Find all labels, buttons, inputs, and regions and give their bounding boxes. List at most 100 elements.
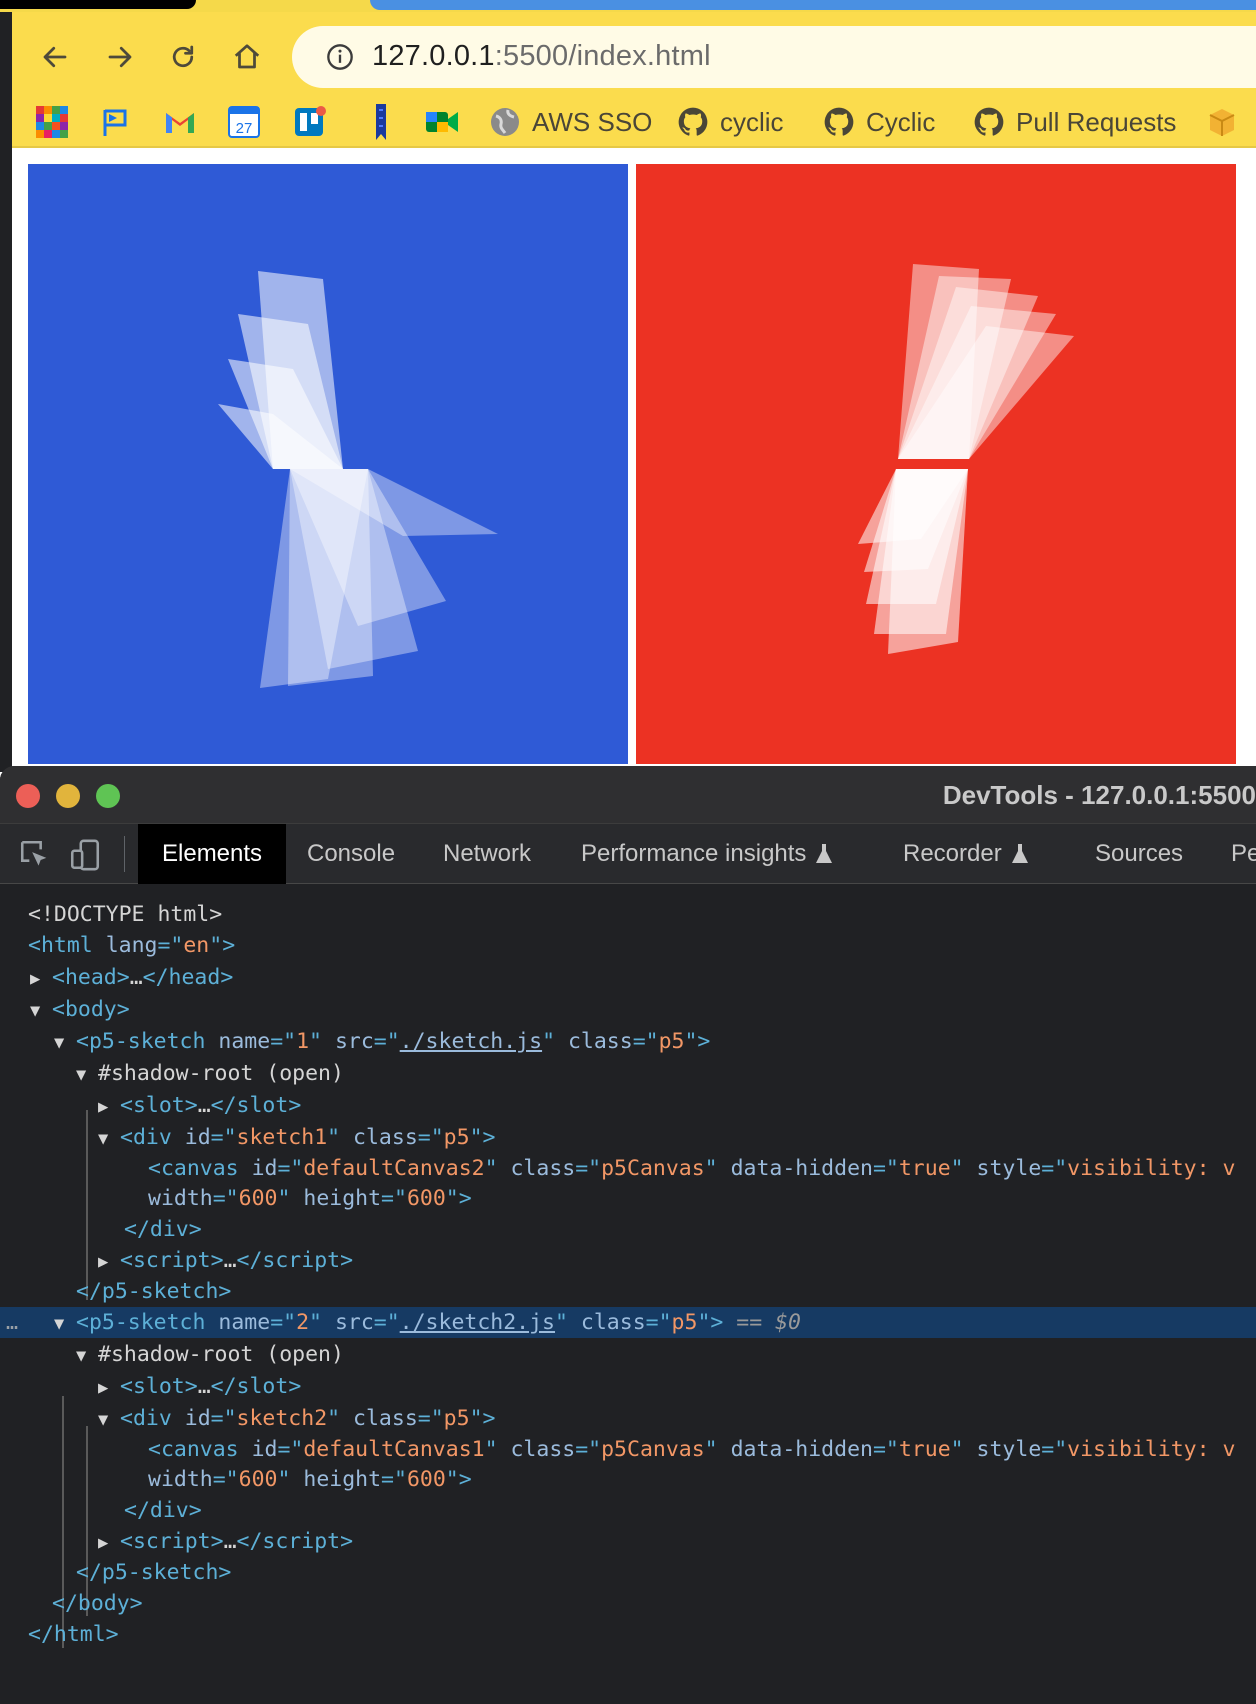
bookmark-meet[interactable] [426,102,460,142]
bookmark-cyclic-lower[interactable]: cyclic [678,102,784,142]
tab-performance[interactable]: Pe [1231,824,1256,884]
forward-button[interactable] [97,34,143,80]
bookmark-apps[interactable] [36,102,68,142]
bookmark-ribbon[interactable] [374,102,388,142]
attr-value: 600 [406,1467,446,1492]
expand-triangle-icon[interactable]: ▶ [98,1247,120,1278]
flag-icon [103,109,127,136]
github-icon [974,107,1004,136]
tab-sources[interactable]: Sources [1095,824,1183,884]
bookmark-gmail[interactable] [164,102,196,142]
bookmark-aws-sso[interactable]: AWS SSO [490,102,652,142]
dom-node-p5-sketch-1[interactable]: ▼ <p5-sketch name="1" src="./sketch.js" c… [0,1026,1256,1057]
bookmark-calendar[interactable]: 27 [228,102,260,142]
expand-triangle-icon[interactable]: ▶ [98,1528,120,1559]
tab-recorder[interactable]: Recorder [903,824,1030,884]
collapse-triangle-icon[interactable]: ▼ [98,1405,120,1436]
tab-label: Console [307,840,396,867]
expand-triangle-icon[interactable]: ▶ [98,1092,120,1123]
dom-node-slot-2[interactable]: ▶ <slot>…</slot> [0,1371,1256,1402]
src-link[interactable]: ./sketch2.js [400,1310,555,1335]
dom-node-canvas-2-cont[interactable]: width="600" height="600"> [0,1464,1256,1495]
address-bar[interactable]: 127.0.0.1:5500/index.html [292,26,1256,88]
bookmark-pull-requests[interactable]: Pull Requests [974,102,1176,142]
dom-node-script-2[interactable]: ▶ <script>…</script> [0,1526,1256,1557]
dom-node-p5-sketch-2-close[interactable]: </p5-sketch> [0,1557,1256,1588]
bookmark-box[interactable] [1206,102,1238,142]
dom-node-head[interactable]: ▶ <head>…</head> [0,962,1256,993]
attr-value: visibility: v [1067,1156,1236,1181]
tab-label: Sources [1095,840,1184,867]
info-icon[interactable] [326,43,354,71]
dom-node-html[interactable]: <html lang="en"> [0,930,1256,961]
bookmark-flag[interactable] [100,102,132,142]
collapse-triangle-icon[interactable]: ▼ [98,1124,120,1155]
tag-name: body [64,997,117,1022]
dom-node-shadow-root-1[interactable]: ▼ #shadow-root (open) [0,1058,1256,1089]
dom-node-canvas-1-cont[interactable]: width="600" height="600"> [0,1183,1256,1214]
arrow-left-icon [43,46,67,68]
sketch1-canvas[interactable] [28,164,628,764]
dom-node-p5-sketch-1-close[interactable]: </p5-sketch> [0,1276,1256,1307]
devtools-title: DevTools - 127.0.0.1:5500 [942,780,1256,810]
collapse-triangle-icon[interactable]: ▼ [54,1309,76,1340]
attr-name: style [976,1437,1042,1462]
attr-value: 600 [406,1186,446,1211]
dom-node-p5-sketch-2[interactable]: … ▼ <p5-sketch name="2" src="./sketch2.js"… [0,1307,1256,1338]
dom-node-div-sketch2[interactable]: ▼ <div id="sketch2" class="p5"> [0,1403,1256,1434]
reload-button[interactable] [160,34,206,80]
dom-node-div-close-2[interactable]: </div> [0,1495,1256,1526]
tab-strip [0,0,1256,12]
bookmark-cyclic-upper[interactable]: Cyclic [824,102,935,142]
bookmark-label: cyclic [720,106,784,137]
close-window-button[interactable] [16,784,40,808]
more-options-icon[interactable]: … [6,1307,18,1338]
bookmark-icon [376,104,386,140]
attr-value: defaultCanvas1 [303,1437,485,1462]
device-toolbar-icon[interactable] [68,838,102,872]
tab-elements[interactable]: Elements [138,824,287,884]
bookmark-trello[interactable] [294,102,326,142]
dom-node-slot-1[interactable]: ▶ <slot>…</slot> [0,1090,1256,1121]
dom-node-html-close[interactable]: </html> [0,1619,1256,1650]
dom-node-doctype[interactable]: <!DOCTYPE html> [0,899,1256,930]
src-link[interactable]: ./sketch.js [400,1029,542,1054]
dom-node-canvas-2[interactable]: <canvas id="defaultCanvas1" class="p5Can… [0,1434,1256,1465]
inactive-tab[interactable] [0,0,196,9]
meet-icon [426,112,458,132]
dom-node-script-1[interactable]: ▶ <script>…</script> [0,1245,1256,1276]
active-tab[interactable] [370,0,1256,10]
tag-name: div [149,1498,189,1523]
zoom-window-button[interactable] [96,784,120,808]
tab-console[interactable]: Console [307,824,395,884]
dom-node-div-close-1[interactable]: </div> [0,1214,1256,1245]
dom-node-div-sketch1[interactable]: ▼ <div id="sketch1" class="p5"> [0,1122,1256,1153]
dom-node-body-close[interactable]: </body> [0,1588,1256,1619]
shadow-root-label: #shadow-root (open) [98,1061,344,1086]
inspect-element-icon[interactable] [18,838,52,872]
expand-triangle-icon[interactable]: ▶ [30,964,52,995]
attr-name: id [184,1406,211,1431]
url-text[interactable]: 127.0.0.1:5500/index.html [372,40,711,73]
page-viewport [12,148,1256,770]
expand-triangle-icon[interactable]: ▶ [98,1373,120,1404]
flask-icon [816,844,833,863]
tag-name: div [132,1125,172,1150]
sketch2-canvas[interactable] [636,164,1236,764]
back-button[interactable] [32,34,78,80]
collapse-triangle-icon[interactable]: ▼ [76,1341,98,1372]
tab-network[interactable]: Network [443,824,531,884]
attr-name: src [334,1310,374,1335]
dom-node-body[interactable]: ▼ <body> [0,994,1256,1025]
window-edge [0,12,12,772]
minimize-window-button[interactable] [56,784,80,808]
dom-node-shadow-root-2[interactable]: ▼ #shadow-root (open) [0,1339,1256,1370]
tag-name: slot [236,1374,289,1399]
collapse-triangle-icon[interactable]: ▼ [54,1028,76,1059]
dom-node-canvas-1[interactable]: <canvas id="defaultCanvas2" class="p5Can… [0,1153,1256,1184]
collapse-triangle-icon[interactable]: ▼ [30,996,52,1027]
tab-performance-insights[interactable]: Performance insights [581,824,834,884]
tab-label: Performance insights [581,840,807,867]
home-button[interactable] [224,34,270,80]
collapse-triangle-icon[interactable]: ▼ [76,1060,98,1091]
